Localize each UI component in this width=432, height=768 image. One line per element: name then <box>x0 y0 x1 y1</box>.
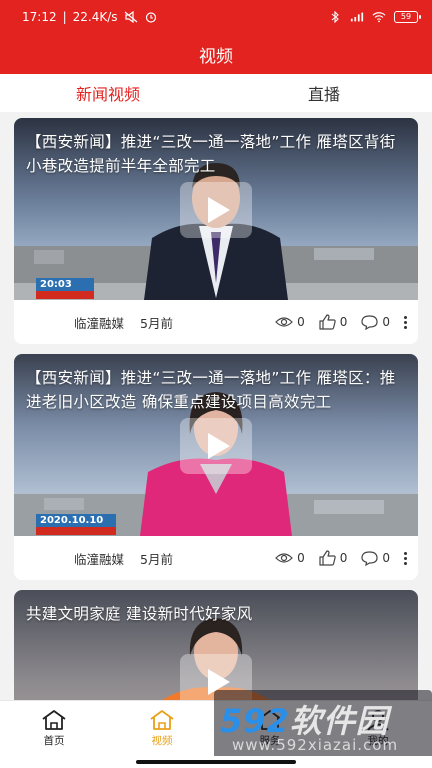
tab-live[interactable]: 直播 <box>216 74 432 112</box>
like-button[interactable]: 0 <box>319 314 348 330</box>
video-thumbnail[interactable]: 【西安新闻】推进“三改一通一落地”工作 雁塔区：推进老旧小区改造 确保重点建设项… <box>14 354 418 536</box>
broadcast-stamp: 20:03 <box>36 278 94 300</box>
nav-video[interactable]: 视频 <box>108 701 216 756</box>
view-count-value: 0 <box>297 551 305 565</box>
play-button[interactable] <box>180 418 252 474</box>
like-button[interactable]: 0 <box>319 550 348 566</box>
home-indicator[interactable] <box>136 760 296 764</box>
video-card[interactable]: 【西安新闻】推进“三改一通一落地”工作 雁塔区背街小巷改造提前半年全部完工 20… <box>14 118 418 344</box>
mute-icon <box>124 11 137 23</box>
comment-icon <box>361 314 378 330</box>
page-title: 视频 <box>199 46 233 67</box>
view-count-value: 0 <box>297 315 305 329</box>
play-icon <box>208 433 230 459</box>
title-bar: 视频 <box>0 34 432 74</box>
thumbs-up-icon <box>319 550 336 566</box>
app-screen: 17:12 | 22.4K/s 59 视频 新闻视频 直播 【西安新闻】推进“三… <box>0 0 432 768</box>
site-watermark: 592软件园 www.592xiazai.com <box>214 690 432 760</box>
bluetooth-icon <box>331 11 339 23</box>
comment-count: 0 <box>382 315 390 329</box>
comment-button[interactable]: 0 <box>361 314 390 330</box>
view-count: 0 <box>275 551 305 565</box>
comment-button[interactable]: 0 <box>361 550 390 566</box>
play-button[interactable] <box>180 182 252 238</box>
signal-icon <box>350 12 364 22</box>
thumbs-up-icon <box>319 314 336 330</box>
more-options-icon[interactable] <box>402 315 408 329</box>
alarm-icon <box>145 12 156 23</box>
watermark-url: www.592xiazai.com <box>232 736 399 754</box>
tab-bar: 新闻视频 直播 <box>0 74 432 112</box>
publish-time: 5月前 <box>140 315 173 331</box>
tab-news-video[interactable]: 新闻视频 <box>0 74 216 112</box>
more-options-icon[interactable] <box>402 551 408 565</box>
video-meta: 临潼融媒 5月前 0 0 0 <box>14 300 418 344</box>
video-card[interactable]: 【西安新闻】推进“三改一通一落地”工作 雁塔区：推进老旧小区改造 确保重点建设项… <box>14 354 418 580</box>
broadcast-stamp: 2020.10.10 <box>36 514 116 536</box>
nav-label: 首页 <box>43 735 65 747</box>
nav-label: 视频 <box>151 735 173 747</box>
video-thumbnail[interactable]: 共建文明家庭 建设新时代好家风 <box>14 590 418 700</box>
comment-icon <box>361 550 378 566</box>
play-icon <box>208 197 230 223</box>
home-icon <box>42 710 66 730</box>
wifi-icon <box>372 12 386 23</box>
source-label: 临潼融媒 <box>74 315 125 331</box>
publish-time: 5月前 <box>140 551 173 567</box>
view-count: 0 <box>275 315 305 329</box>
video-title: 共建文明家庭 建设新时代好家风 <box>26 605 253 623</box>
eye-icon <box>275 553 293 563</box>
status-bar: 17:12 | 22.4K/s 59 <box>0 0 432 34</box>
video-title: 【西安新闻】推进“三改一通一落地”工作 雁塔区：推进老旧小区改造 确保重点建设项… <box>26 369 396 411</box>
comment-count: 0 <box>382 551 390 565</box>
video-card[interactable]: 共建文明家庭 建设新时代好家风 <box>14 590 418 700</box>
status-network-speed: 22.4K/s <box>72 10 118 24</box>
source-label: 临潼融媒 <box>74 551 125 567</box>
tab-label: 直播 <box>307 85 340 104</box>
eye-icon <box>275 317 293 327</box>
nav-home[interactable]: 首页 <box>0 701 108 756</box>
tab-label: 新闻视频 <box>75 85 140 104</box>
video-home-icon <box>150 710 174 730</box>
video-meta: 临潼融媒 5月前 0 0 0 <box>14 536 418 580</box>
video-thumbnail[interactable]: 【西安新闻】推进“三改一通一落地”工作 雁塔区背街小巷改造提前半年全部完工 20… <box>14 118 418 300</box>
like-count: 0 <box>339 315 348 329</box>
video-feed: 【西安新闻】推进“三改一通一落地”工作 雁塔区背街小巷改造提前半年全部完工 20… <box>0 112 432 700</box>
battery-indicator: 59 <box>394 11 421 23</box>
like-count: 0 <box>339 551 348 565</box>
video-title: 【西安新闻】推进“三改一通一落地”工作 雁塔区背街小巷改造提前半年全部完工 <box>26 133 396 175</box>
status-time: 17:12 <box>22 10 57 24</box>
broadcast-time: 20:03 <box>36 278 94 291</box>
broadcast-date: 2020.10.10 <box>36 514 116 527</box>
